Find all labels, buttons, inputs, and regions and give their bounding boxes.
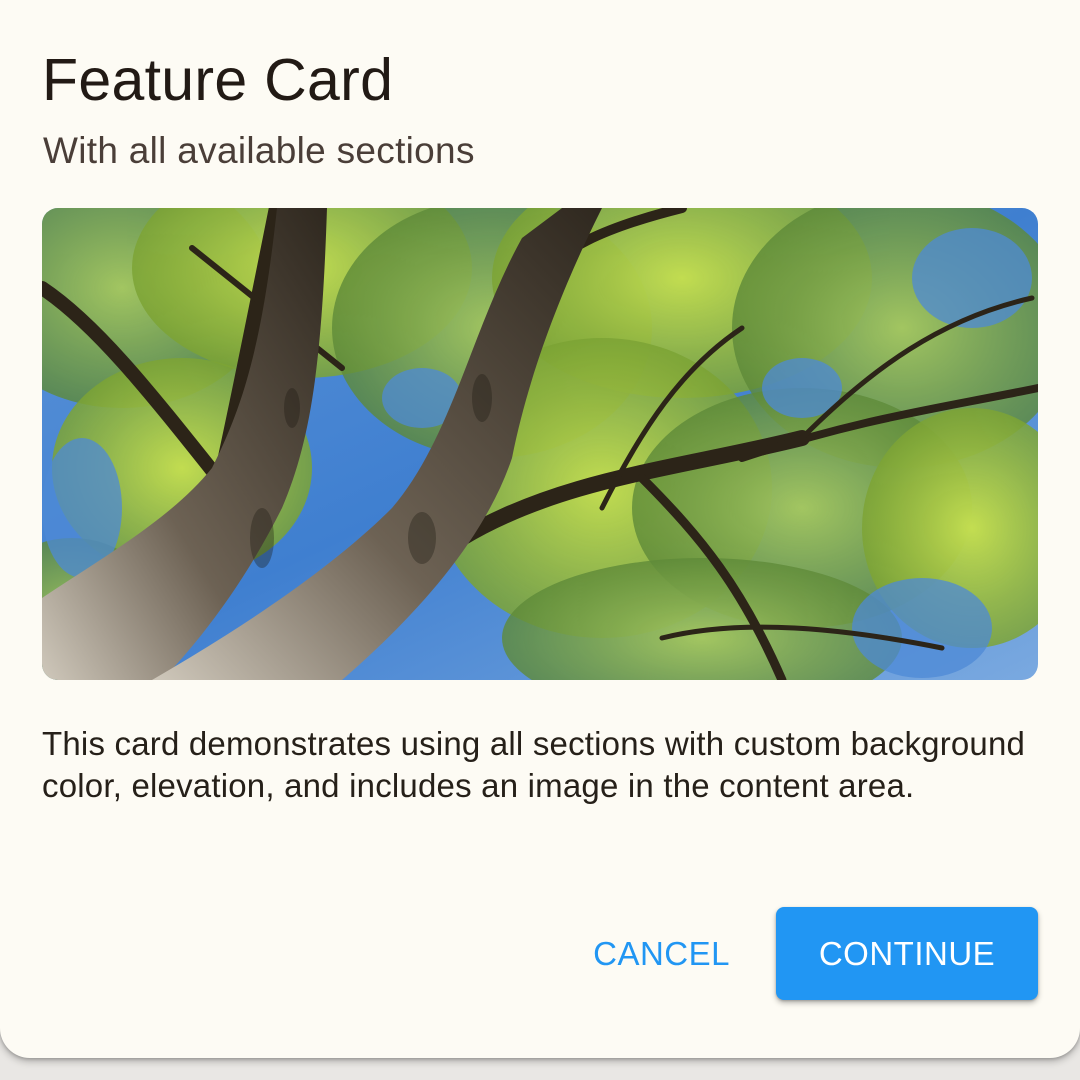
- continue-button[interactable]: CONTINUE: [776, 907, 1038, 1000]
- cancel-button[interactable]: CANCEL: [573, 907, 750, 1000]
- card-image: [42, 208, 1038, 680]
- card-body-text: This card demonstrates using all section…: [42, 725, 1026, 804]
- tree-canopy-image: [42, 208, 1038, 680]
- feature-card: Feature Card With all available sections: [0, 0, 1080, 1058]
- card-title: Feature Card: [42, 47, 394, 113]
- card-actions: CANCEL CONTINUE: [573, 907, 1038, 1000]
- card-subtitle: With all available sections: [43, 130, 475, 171]
